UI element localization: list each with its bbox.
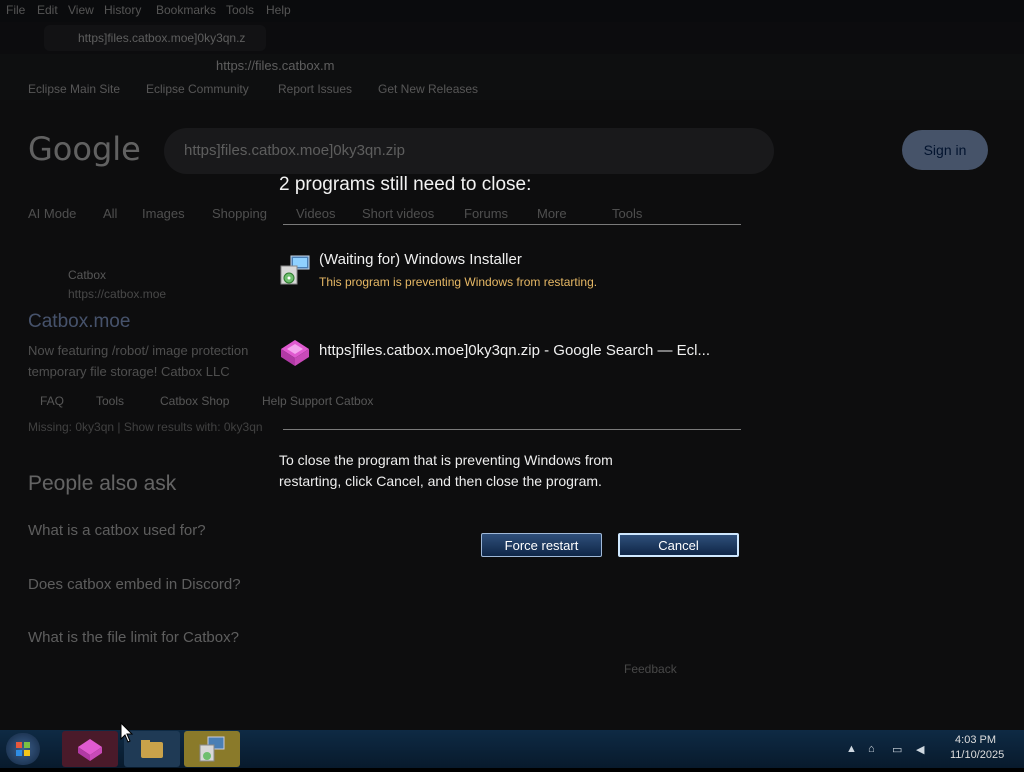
bookmark-eclipse-community[interactable]: Eclipse Community: [146, 82, 249, 96]
result-title[interactable]: Catbox.moe: [28, 311, 130, 333]
tab-title: https]files.catbox.moe]0ky3qn.z: [78, 31, 246, 45]
google-search-box[interactable]: https]files.catbox.moe]0ky3qn.zip: [164, 128, 774, 174]
dialog-message-line-2: restarting, click Cancel, and then close…: [279, 473, 602, 489]
sitelink-tools[interactable]: Tools: [96, 394, 124, 408]
taskbar-installer-button[interactable]: [184, 731, 240, 767]
restart-dialog: 2 programs still need to close: (Waiting…: [279, 174, 745, 564]
bookmarks-toolbar: Eclipse Main Site Eclipse Community Repo…: [0, 78, 1024, 100]
tab-images[interactable]: Images: [142, 206, 185, 221]
installer-icon: [199, 736, 225, 762]
clock-date: 11/10/2025: [950, 749, 1005, 761]
google-logo[interactable]: Google: [28, 130, 141, 168]
menu-history[interactable]: History: [104, 3, 141, 17]
tab-ai-mode[interactable]: AI Mode: [28, 206, 76, 221]
menu-bar: File Edit View History Bookmarks Tools H…: [0, 0, 1024, 22]
menu-bookmarks[interactable]: Bookmarks: [156, 3, 216, 17]
sitelink-faq[interactable]: FAQ: [40, 394, 64, 408]
people-also-ask-heading: People also ask: [28, 472, 177, 495]
dialog-message: To close the program that is preventing …: [279, 450, 699, 492]
cancel-button[interactable]: Cancel: [618, 533, 739, 557]
bookmark-report-issues[interactable]: Report Issues: [278, 82, 352, 96]
divider: [283, 224, 741, 225]
paa-question[interactable]: What is the file limit for Catbox?: [28, 629, 239, 646]
result-missing-terms: Missing: 0ky3qn | Show results with: 0ky…: [28, 420, 263, 434]
dialog-title: 2 programs still need to close:: [279, 174, 532, 195]
url-bar[interactable]: https://files.catbox.m: [216, 58, 335, 73]
show-hidden-icons[interactable]: ▲: [846, 743, 857, 755]
system-clock[interactable]: 4:03 PM 11/10/2025: [950, 733, 1005, 763]
dialog-message-line-1: To close the program that is preventing …: [279, 452, 613, 468]
sign-in-button[interactable]: Sign in: [902, 130, 988, 170]
bookmark-new-releases[interactable]: Get New Releases: [378, 82, 478, 96]
sitelink-shop[interactable]: Catbox Shop: [160, 394, 229, 408]
menu-file[interactable]: File: [6, 3, 25, 17]
program-status: This program is preventing Windows from …: [319, 275, 598, 289]
force-restart-button[interactable]: Force restart: [481, 533, 602, 557]
tab-shopping[interactable]: Shopping: [212, 206, 267, 221]
result-url[interactable]: https://catbox.moe: [68, 287, 166, 301]
feedback-link[interactable]: Feedback: [624, 662, 677, 676]
program-name-browser: https]files.catbox.moe]0ky3qn.zip - Goog…: [319, 342, 711, 359]
browser-tab[interactable]: https]files.catbox.moe]0ky3qn.z: [44, 25, 266, 51]
volume-icon[interactable]: ◀: [916, 743, 924, 756]
browser-icon: [78, 739, 102, 761]
windows-logo-icon: [16, 742, 30, 756]
bookmark-eclipse-main[interactable]: Eclipse Main Site: [28, 82, 120, 96]
tab-strip: https]files.catbox.moe]0ky3qn.z: [0, 22, 1024, 54]
paa-question[interactable]: What is a catbox used for?: [28, 522, 206, 539]
menu-help[interactable]: Help: [266, 3, 291, 17]
menu-tools[interactable]: Tools: [226, 3, 254, 17]
taskbar: ▲ ⌂ ▭ ◀ 4:03 PM 11/10/2025: [0, 730, 1024, 768]
mouse-cursor-icon: [120, 721, 134, 749]
monitor-icon[interactable]: ▭: [892, 743, 902, 756]
navigation-bar: https://files.catbox.m: [0, 54, 1024, 78]
result-site-name: Catbox: [68, 268, 107, 282]
browser-icon: [279, 336, 311, 368]
installer-icon: [279, 254, 311, 286]
network-icon[interactable]: ⌂: [868, 743, 875, 755]
menu-edit[interactable]: Edit: [37, 3, 58, 17]
paa-question[interactable]: Does catbox embed in Discord?: [28, 576, 241, 593]
taskbar-browser-button[interactable]: [62, 731, 118, 767]
divider: [283, 429, 741, 430]
program-name-installer: (Waiting for) Windows Installer: [319, 251, 522, 268]
clock-time: 4:03 PM: [955, 734, 996, 746]
tab-all[interactable]: All: [103, 206, 117, 221]
start-button[interactable]: [6, 733, 40, 765]
menu-view[interactable]: View: [68, 3, 94, 17]
google-search-text: https]files.catbox.moe]0ky3qn.zip: [184, 142, 405, 159]
